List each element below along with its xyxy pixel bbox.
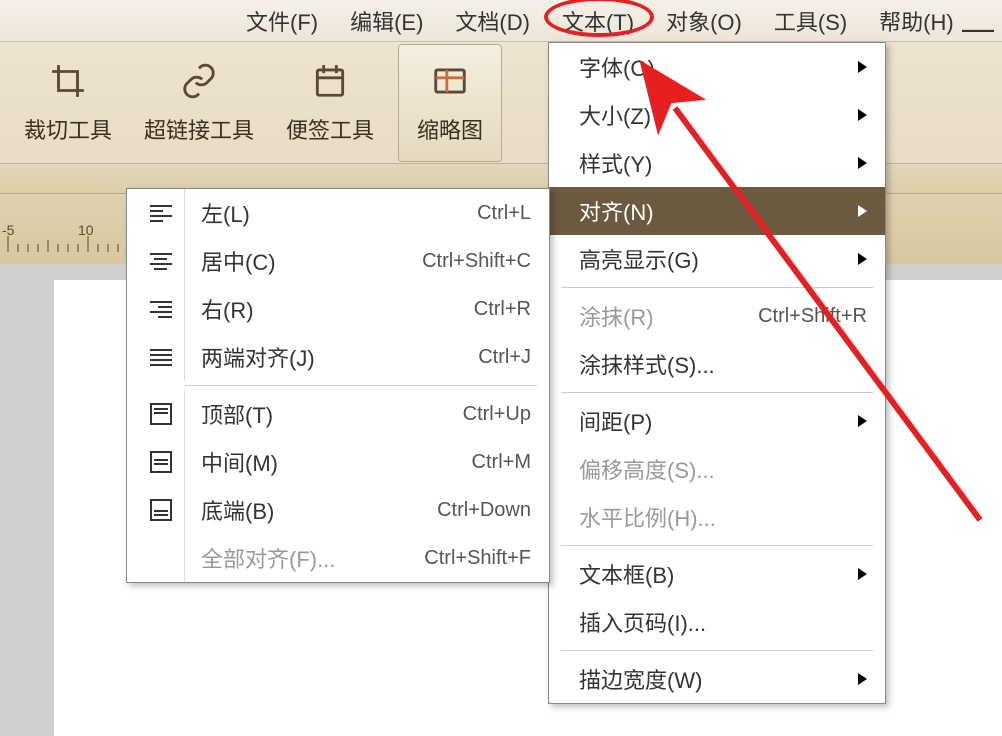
separator — [561, 392, 873, 393]
align-justify-icon — [150, 349, 172, 366]
ruler-number: 10 — [78, 222, 94, 238]
minimize-button[interactable]: — — [962, 10, 994, 47]
text-menu-dropdown: 字体(O) 大小(Z) 样式(Y) 对齐(N) 高亮显示(G) 涂抹(R)Ctr… — [548, 42, 886, 704]
link-icon — [179, 61, 219, 101]
align-top-icon — [150, 403, 172, 425]
hyperlink-tool-button[interactable]: 超链接工具 — [128, 53, 270, 153]
align-top[interactable]: 顶部(T)Ctrl+Up — [127, 390, 549, 438]
menubar: 文件(F) 编辑(E) 文档(D) 文本(T) 对象(O) 工具(S) 帮助(H… — [0, 0, 1002, 42]
align-all: 全部对齐(F)...Ctrl+Shift+F — [127, 534, 549, 582]
menu-horiz-scale: 水平比例(H)... — [549, 493, 885, 541]
align-left-icon — [150, 205, 172, 222]
menu-size[interactable]: 大小(Z) — [549, 91, 885, 139]
separator — [561, 650, 873, 651]
crop-tool-label: 裁切工具 — [24, 113, 112, 145]
submenu-arrow-icon — [858, 568, 867, 580]
thumbnail-button[interactable]: 缩略图 — [398, 44, 502, 162]
submenu-arrow-icon — [858, 61, 867, 73]
ruler-number: -5 — [2, 222, 14, 238]
menu-offset-height: 偏移高度(S)... — [549, 445, 885, 493]
submenu-arrow-icon — [858, 157, 867, 169]
menu-textbox[interactable]: 文本框(B) — [549, 550, 885, 598]
align-right[interactable]: 右(R)Ctrl+R — [127, 285, 549, 333]
menu-font[interactable]: 字体(O) — [549, 43, 885, 91]
crop-icon — [48, 61, 88, 101]
submenu-arrow-icon — [858, 205, 867, 217]
menu-align[interactable]: 对齐(N) — [549, 187, 885, 235]
separator — [185, 385, 537, 386]
align-bottom[interactable]: 底端(B)Ctrl+Down — [127, 486, 549, 534]
align-right-icon — [150, 301, 172, 318]
menu-edit[interactable]: 编辑(E) — [344, 1, 429, 41]
menu-stroke-width[interactable]: 描边宽度(W) — [549, 655, 885, 703]
align-center-icon — [150, 253, 172, 270]
align-middle-icon — [150, 451, 172, 473]
thumbnail-label: 缩略图 — [417, 113, 483, 145]
menu-smear: 涂抹(R)Ctrl+Shift+R — [549, 292, 885, 340]
align-center[interactable]: 居中(C)Ctrl+Shift+C — [127, 237, 549, 285]
thumbnail-icon — [430, 61, 470, 101]
note-icon — [310, 61, 350, 101]
separator — [561, 287, 873, 288]
align-middle[interactable]: 中间(M)Ctrl+M — [127, 438, 549, 486]
menu-text[interactable]: 文本(T) — [556, 1, 640, 41]
separator — [561, 545, 873, 546]
menu-spacing[interactable]: 间距(P) — [549, 397, 885, 445]
menu-help[interactable]: 帮助(H) — [873, 1, 960, 41]
menu-insert-pagenum[interactable]: 插入页码(I)... — [549, 598, 885, 646]
align-left[interactable]: 左(L)Ctrl+L — [127, 189, 549, 237]
submenu-arrow-icon — [858, 253, 867, 265]
hyperlink-tool-label: 超链接工具 — [144, 113, 254, 145]
crop-tool-button[interactable]: 裁切工具 — [8, 53, 128, 153]
note-tool-label: 便签工具 — [286, 113, 374, 145]
menu-style[interactable]: 样式(Y) — [549, 139, 885, 187]
menu-smear-style[interactable]: 涂抹样式(S)... — [549, 340, 885, 388]
align-submenu: 左(L)Ctrl+L 居中(C)Ctrl+Shift+C 右(R)Ctrl+R … — [126, 188, 550, 583]
menu-document[interactable]: 文档(D) — [449, 1, 536, 41]
note-tool-button[interactable]: 便签工具 — [270, 53, 390, 153]
submenu-arrow-icon — [858, 109, 867, 121]
align-bottom-icon — [150, 499, 172, 521]
align-justify[interactable]: 两端对齐(J)Ctrl+J — [127, 333, 549, 381]
submenu-arrow-icon — [858, 415, 867, 427]
menu-file[interactable]: 文件(F) — [240, 1, 324, 41]
menu-object[interactable]: 对象(O) — [660, 1, 748, 41]
submenu-arrow-icon — [858, 673, 867, 685]
menu-highlight[interactable]: 高亮显示(G) — [549, 235, 885, 283]
menu-tools[interactable]: 工具(S) — [768, 1, 853, 41]
